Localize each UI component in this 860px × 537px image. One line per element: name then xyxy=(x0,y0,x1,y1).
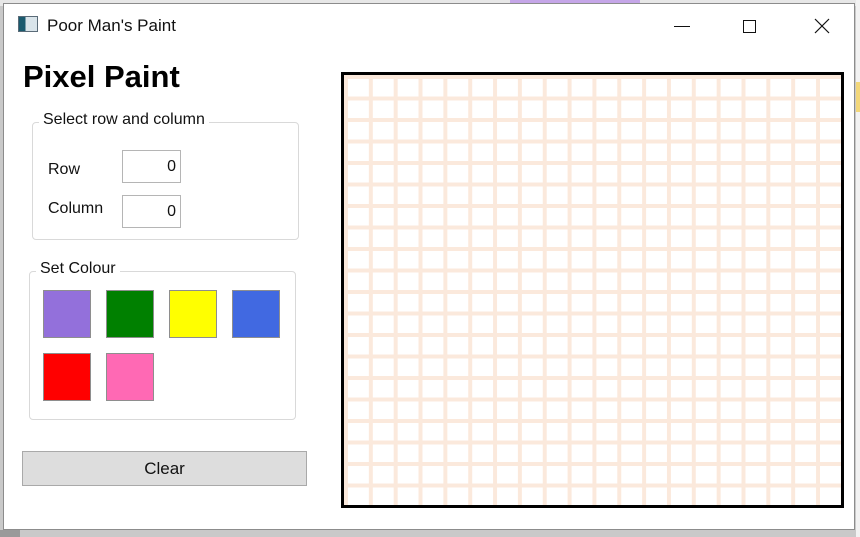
row-column-groupbox: Select row and column Row Column xyxy=(32,111,299,240)
app-window: Poor Man's Paint Pixel Paint Select row … xyxy=(3,3,855,530)
close-icon xyxy=(814,18,830,34)
row-input[interactable] xyxy=(122,150,181,183)
minimize-button[interactable] xyxy=(659,4,705,48)
colour-swatch-pink[interactable] xyxy=(106,353,154,401)
colour-swatch-purple[interactable] xyxy=(43,290,91,338)
maximize-icon xyxy=(742,19,756,33)
background-taskbar-fragment xyxy=(0,530,20,537)
minimize-icon xyxy=(674,25,690,27)
clear-button[interactable]: Clear xyxy=(22,451,307,486)
colour-swatch-red[interactable] xyxy=(43,353,91,401)
column-input[interactable] xyxy=(122,195,181,228)
app-icon[interactable] xyxy=(18,16,38,32)
pixel-grid[interactable] xyxy=(344,75,841,505)
close-button[interactable] xyxy=(799,4,845,48)
colour-legend: Set Colour xyxy=(36,260,120,278)
page-title: Pixel Paint xyxy=(23,59,180,94)
maximize-button[interactable] xyxy=(726,4,772,48)
row-label: Row xyxy=(48,161,81,178)
colour-swatch-blue[interactable] xyxy=(232,290,280,338)
colour-swatch-yellow[interactable] xyxy=(169,290,217,338)
window-title: Poor Man's Paint xyxy=(47,16,176,35)
column-label: Column xyxy=(48,200,104,217)
background-window-right xyxy=(856,0,860,537)
title-bar[interactable]: Poor Man's Paint xyxy=(4,4,854,48)
colour-groupbox: Set Colour xyxy=(29,260,296,420)
row-column-legend: Select row and column xyxy=(39,111,209,129)
colour-swatch-green[interactable] xyxy=(106,290,154,338)
pixel-canvas[interactable] xyxy=(341,72,844,508)
background-window-highlight xyxy=(856,82,860,112)
